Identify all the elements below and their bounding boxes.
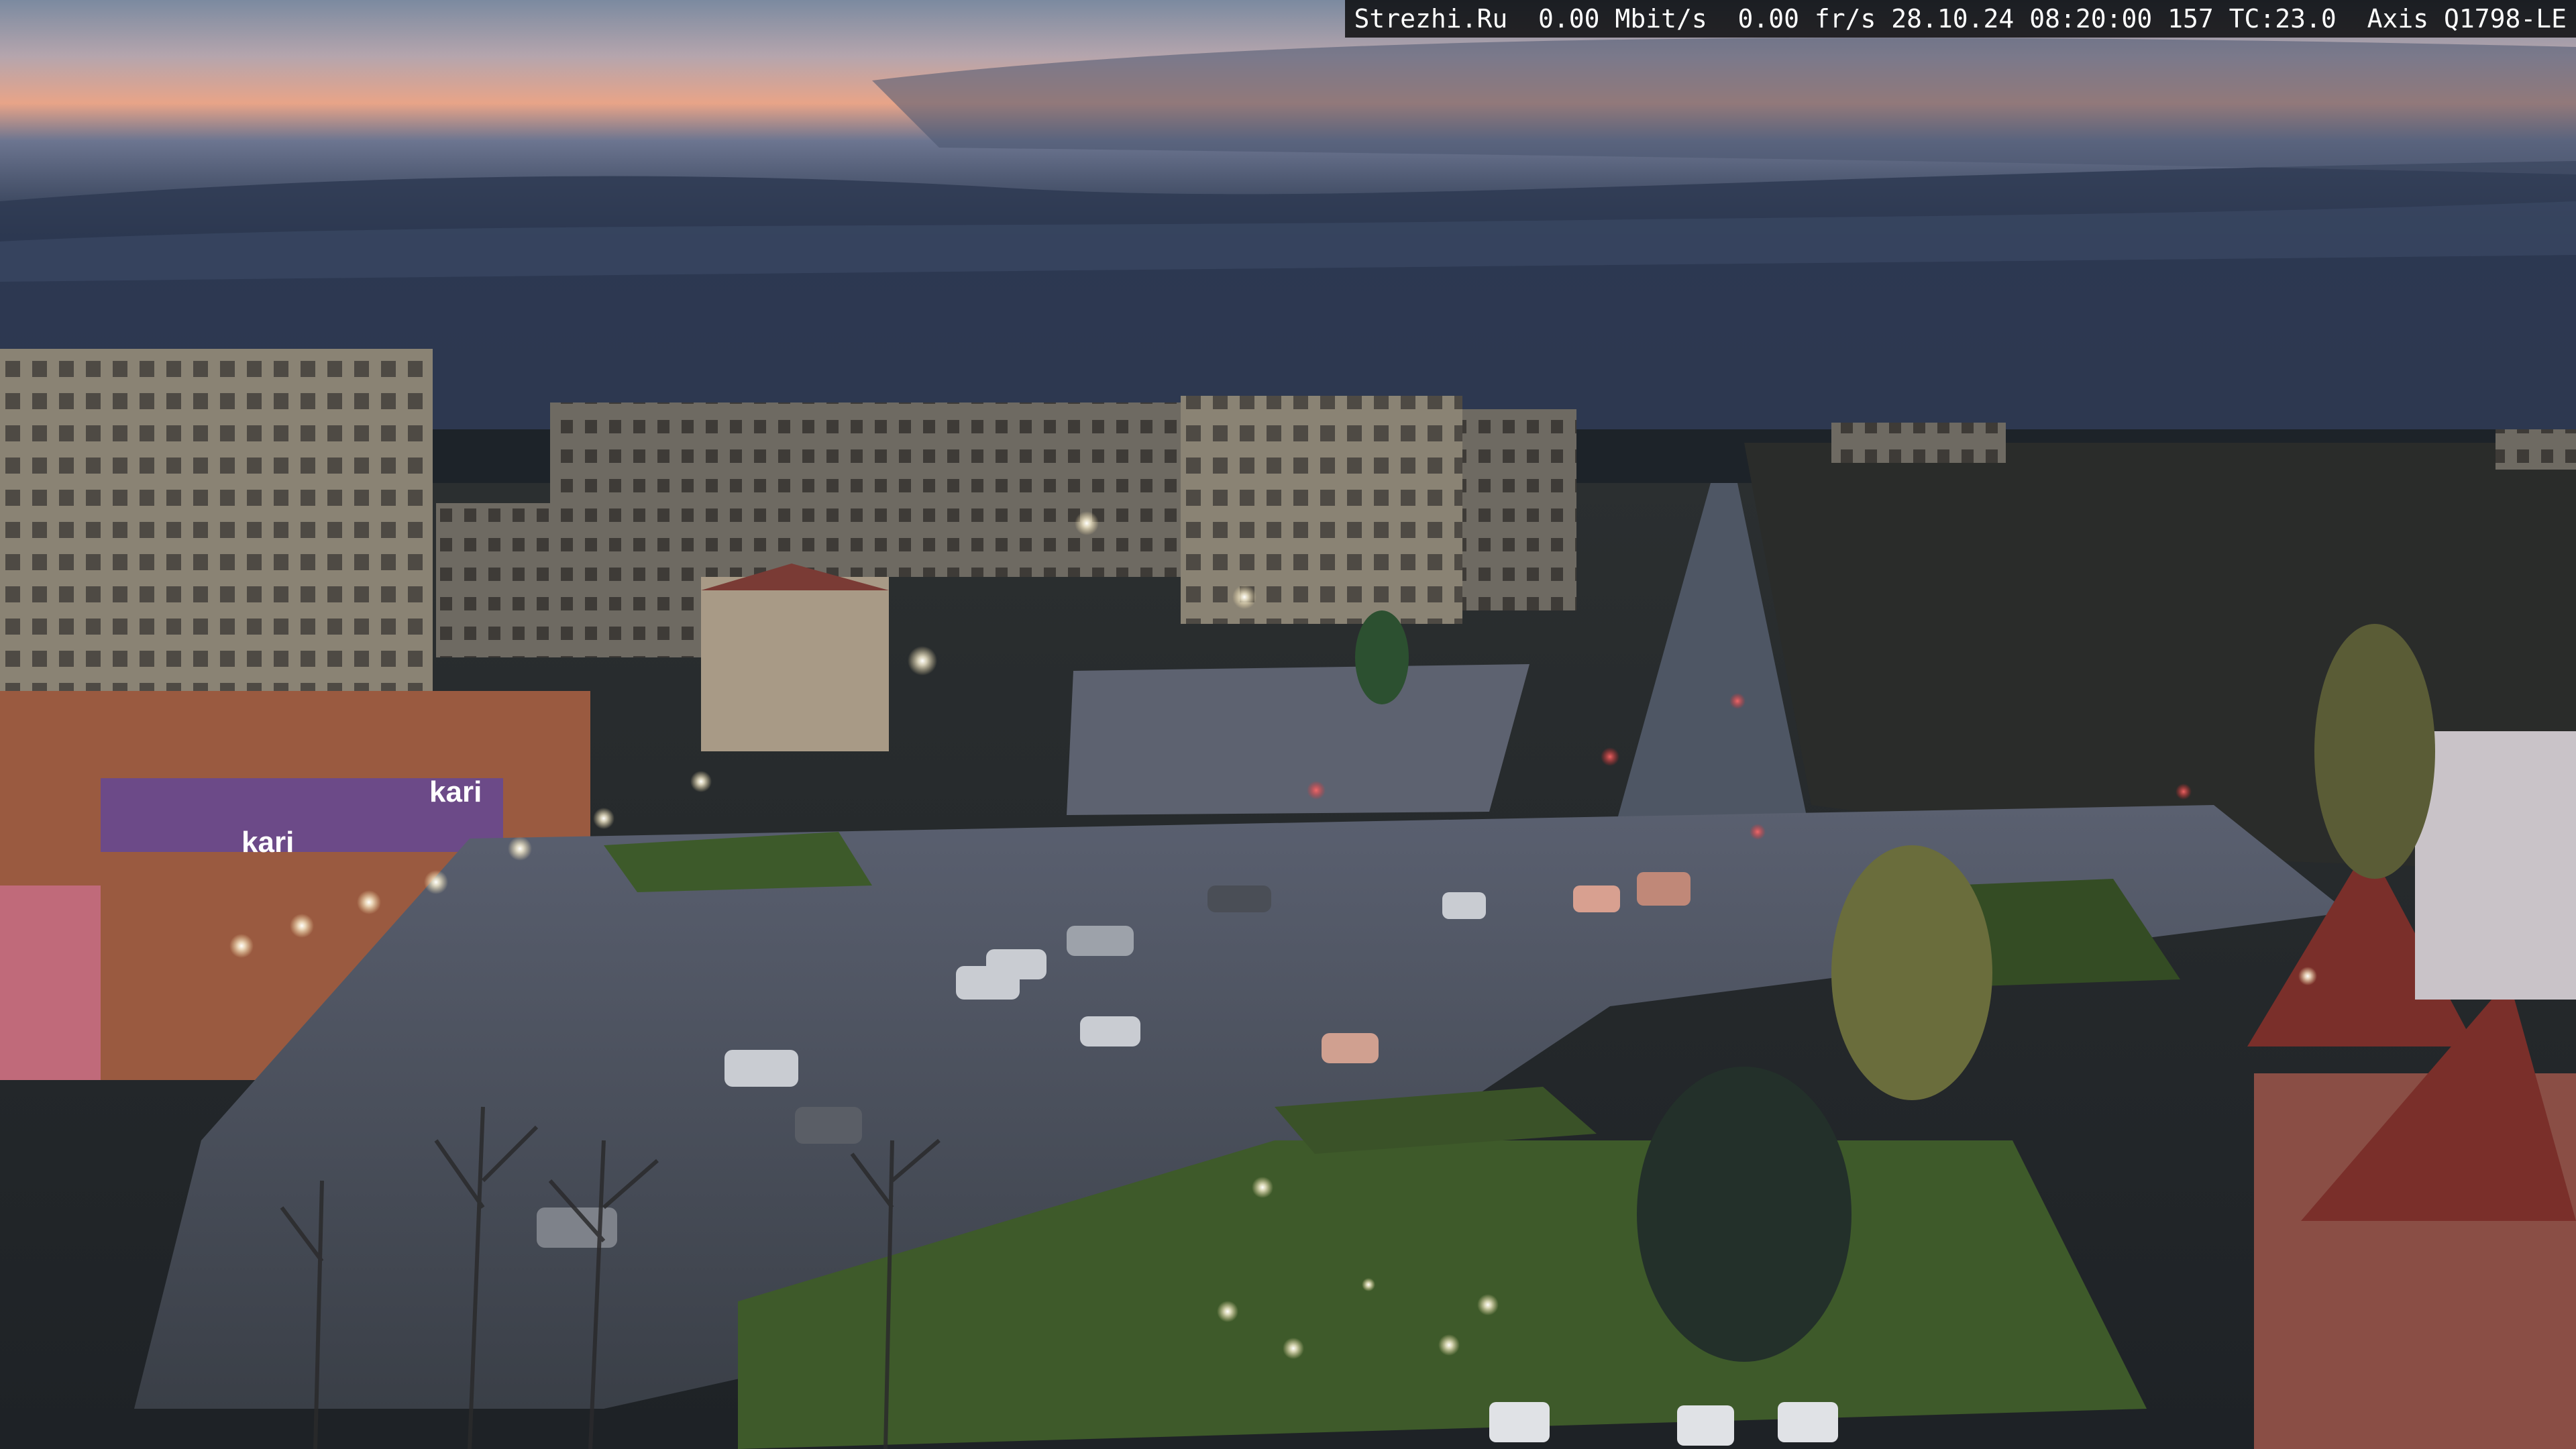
far-block-right [2496, 429, 2576, 470]
tower-block [1181, 396, 1462, 624]
store-pink-corner [0, 885, 101, 1080]
far-block [1831, 423, 2006, 463]
right-white-building [2415, 731, 2576, 1000]
overlay-date: 28.10.24 [1891, 4, 2015, 34]
camera-frame: kari kari [0, 0, 2576, 1449]
red-roof-building [701, 577, 889, 751]
overlay-framerate: 0.00 fr/s [1737, 4, 1876, 34]
overlay-frame-number: 157 [2167, 4, 2214, 34]
tower-block-right [1462, 409, 1576, 610]
overlay-camera-model: Axis Q1798-LE [2367, 4, 2567, 34]
camera-overlay: Strezhi.Ru 0.00 Mbit/s 0.00 fr/s 28.10.2… [1344, 0, 2576, 38]
overlay-time: 08:20:00 [2029, 4, 2153, 34]
overlay-tc: TC:23.0 [2229, 4, 2337, 34]
store-sign-right: kari [429, 775, 482, 808]
overlay-bitrate: 0.00 Mbit/s [1538, 4, 1707, 34]
plaza-square [1067, 664, 1529, 815]
overlay-site: Strezhi.Ru [1354, 4, 1508, 34]
store-sign-left: kari [241, 826, 294, 859]
